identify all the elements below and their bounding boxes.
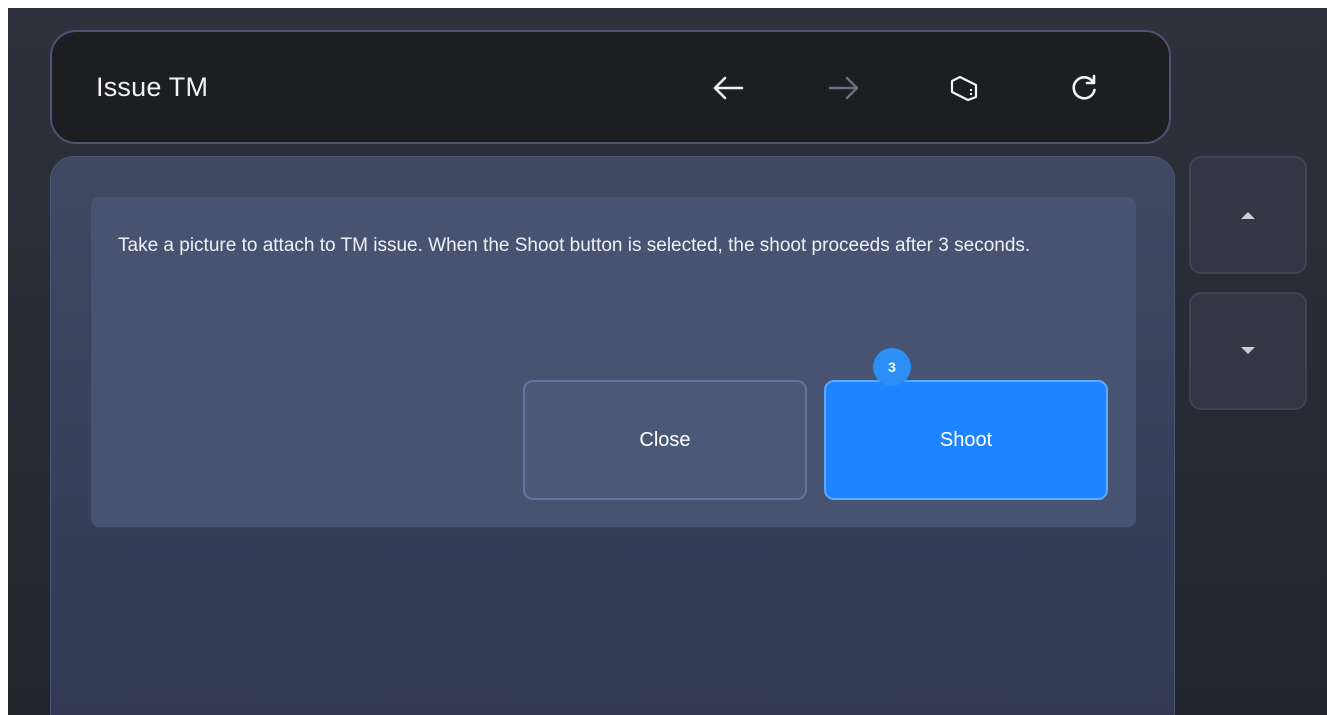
close-button[interactable]: Close	[523, 380, 807, 500]
scroll-down-button[interactable]	[1189, 292, 1307, 410]
scroll-up-button[interactable]	[1189, 156, 1307, 274]
app-screen: Issue TM Take a picture to attach to TM …	[8, 8, 1327, 715]
screenshot-button[interactable]	[936, 60, 992, 116]
countdown-badge: 3	[873, 348, 911, 386]
refresh-icon	[1072, 74, 1096, 100]
dialog-message: Take a picture to attach to TM issue. Wh…	[118, 235, 1031, 256]
title-bar: Issue TM	[50, 30, 1171, 144]
caret-up-icon	[1241, 212, 1255, 219]
caret-down-icon	[1241, 347, 1255, 354]
shoot-button[interactable]: Shoot	[824, 380, 1108, 500]
arrow-right-icon	[828, 76, 859, 100]
shoot-dialog: Take a picture to attach to TM issue. Wh…	[91, 197, 1136, 527]
screenshot-icon	[950, 75, 978, 102]
forward-button[interactable]	[816, 60, 872, 116]
refresh-button[interactable]	[1056, 60, 1112, 116]
content-panel: Take a picture to attach to TM issue. Wh…	[50, 156, 1175, 715]
arrow-left-icon	[713, 76, 744, 100]
page-title: Issue TM	[96, 72, 209, 102]
back-button[interactable]	[700, 60, 756, 116]
